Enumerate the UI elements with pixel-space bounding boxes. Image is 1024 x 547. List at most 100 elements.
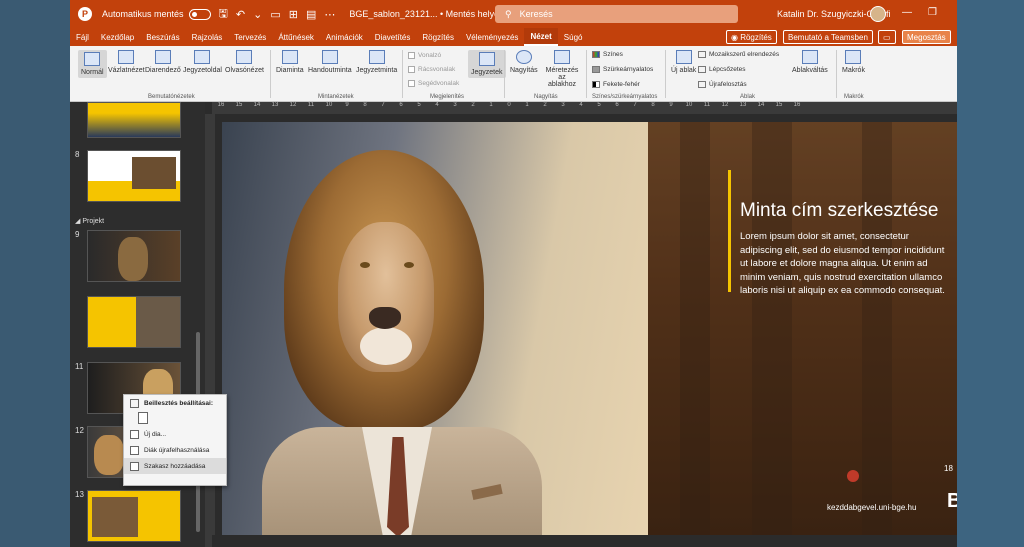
tab-insert[interactable]: Beszúrás <box>140 28 185 46</box>
arrange-icon <box>698 51 706 58</box>
slide-thumbnail-10[interactable] <box>87 296 181 348</box>
handout-master-button[interactable]: Handoutminta <box>308 50 352 74</box>
slide-thumbnail-9[interactable] <box>87 230 181 282</box>
move-split-option[interactable]: Újrafelosztás <box>698 81 747 88</box>
gridlines-checkbox[interactable]: Rácsvonalak <box>408 66 455 73</box>
undo-icon[interactable]: ↶ <box>236 8 245 21</box>
view-sorter-button[interactable]: Diarendező <box>145 50 181 74</box>
fit-window-icon <box>554 50 570 64</box>
views-group-label: Bemutatónézetek <box>148 94 195 100</box>
fit-to-window-button[interactable]: Méretezés az ablakhoz <box>544 50 580 88</box>
slide-title[interactable]: Minta cím szerkesztése <box>740 200 955 222</box>
ruler-tick: 3 <box>453 102 457 108</box>
notes-page-icon <box>194 50 211 64</box>
redo-icon[interactable]: ⌄ <box>253 8 262 21</box>
share-button[interactable]: Megosztás <box>902 30 951 44</box>
ruler-tick: 7 <box>633 102 637 108</box>
avatar[interactable] <box>870 6 886 22</box>
slide-thumbnail-13[interactable] <box>87 490 181 542</box>
ruler-tick: 10 <box>325 102 333 108</box>
ribbon: Normál Vázlatnézet Diarendező Jegyzetold… <box>70 46 957 102</box>
tab-draw[interactable]: Rajzolás <box>186 28 229 46</box>
macros-icon <box>845 50 862 64</box>
menu-item-new-slide[interactable]: Új dia... <box>124 426 226 442</box>
text-overlay <box>648 122 957 535</box>
arrange-all-option[interactable]: Mozaikszerű elrendezés <box>698 51 779 58</box>
tab-animations[interactable]: Animációk <box>320 28 369 46</box>
window-group-label: Ablak <box>740 94 756 100</box>
outline-view-icon <box>118 50 135 64</box>
notes-button[interactable]: Jegyzetek <box>468 50 506 78</box>
search-box[interactable]: ⚲ Keresés <box>495 5 738 23</box>
new-window-icon <box>675 50 692 64</box>
tab-home[interactable]: Kezdőlap <box>95 28 140 46</box>
ruler-tick: 11 <box>703 102 711 108</box>
lion-muzzle-image <box>360 327 412 365</box>
folder-icon[interactable]: ▤ <box>306 8 316 21</box>
record-button[interactable]: ◉ Rögzítés <box>726 30 777 44</box>
new-window-button[interactable]: Új ablak <box>671 50 696 74</box>
minimize-button[interactable]: — <box>902 7 912 18</box>
slide-master-button[interactable]: Diaminta <box>276 50 304 74</box>
slide-thumbnail-8[interactable] <box>87 150 181 202</box>
grayscale-option[interactable]: Szürkeárnyalatos <box>592 66 653 73</box>
menu-item-reuse-slides[interactable]: Diák újrafelhasználása <box>124 442 226 458</box>
desktop-background-right <box>957 0 1024 547</box>
ruler-tick: 8 <box>651 102 655 108</box>
ruler-tick: 2 <box>471 102 475 108</box>
view-outline-button[interactable]: Vázlatnézet <box>108 50 145 74</box>
layout-icon[interactable]: ⊞ <box>289 8 298 21</box>
tab-design[interactable]: Tervezés <box>228 28 272 46</box>
view-normal-button[interactable]: Normál <box>78 50 107 78</box>
reading-view-icon <box>236 50 253 64</box>
view-reading-button[interactable]: Olvasónézet <box>225 50 264 74</box>
more-icon[interactable]: ⋯ <box>324 8 335 21</box>
tab-slideshow[interactable]: Diavetítés <box>369 28 417 46</box>
ruler-tick: 3 <box>561 102 565 108</box>
tab-record[interactable]: Rögzítés <box>416 28 460 46</box>
ruler-tick: 16 <box>793 102 801 108</box>
tab-transitions[interactable]: Áttűnések <box>272 28 320 46</box>
color-swatch-icon <box>592 51 600 58</box>
present-icon[interactable]: ▭ <box>270 8 280 21</box>
ruler-checkbox[interactable]: Vonalzó <box>408 52 441 59</box>
notes-master-button[interactable]: Jegyzetminta <box>356 50 397 74</box>
cascade-option[interactable]: Lépcsőzetes <box>698 66 746 73</box>
save-icon[interactable]: 🖫 <box>219 5 228 24</box>
view-notes-page-button[interactable]: Jegyzetoldal <box>183 50 222 74</box>
slide-number: 9 <box>75 230 80 239</box>
search-icon: ⚲ <box>505 8 512 19</box>
switch-windows-button[interactable]: Ablakváltás <box>792 50 828 74</box>
tab-file[interactable]: Fájl <box>70 28 95 46</box>
ruler-tick: 5 <box>597 102 601 108</box>
tab-help[interactable]: Súgó <box>558 28 589 46</box>
tab-view[interactable]: Nézet <box>524 28 558 46</box>
macros-button[interactable]: Makrók <box>842 50 865 74</box>
grayscale-swatch-icon <box>592 66 600 73</box>
guides-checkbox[interactable]: Segédvonalak <box>408 80 459 87</box>
section-header-project[interactable]: ◢ Projekt <box>75 217 104 225</box>
black-white-option[interactable]: Fekete-fehér <box>592 81 640 88</box>
tab-review[interactable]: Véleményezés <box>460 28 524 46</box>
color-option[interactable]: Színes <box>592 51 623 58</box>
ruler-tick: 5 <box>417 102 421 108</box>
comments-button[interactable]: ▭ <box>878 30 896 44</box>
present-teams-button[interactable]: Bemutató a Teamsben <box>783 30 873 44</box>
ribbon-separator <box>836 50 837 98</box>
slide-canvas[interactable]: Minta cím szerkesztése Lorem ipsum dolor… <box>222 122 957 535</box>
menu-item-add-section[interactable]: Szakasz hozzáadása <box>124 458 226 474</box>
zoom-button[interactable]: Nagyítás <box>510 50 538 74</box>
slide-number: 13 <box>75 490 84 499</box>
ruler-tick: 12 <box>721 102 729 108</box>
paste-option-icon[interactable] <box>138 412 148 424</box>
ruler-tick: 4 <box>579 102 583 108</box>
slide-body-text[interactable]: Lorem ipsum dolor sit amet, consectetur … <box>740 230 952 298</box>
powerpoint-logo-icon: P <box>78 7 92 21</box>
autosave-toggle[interactable] <box>188 8 211 20</box>
bw-swatch-icon <box>592 81 600 88</box>
slide-thumbnail-7[interactable] <box>87 102 181 138</box>
ruler-tick: 14 <box>757 102 765 108</box>
ribbon-separator <box>586 50 587 98</box>
restore-button[interactable]: ❐ <box>928 7 937 18</box>
ruler-tick: 16 <box>217 102 225 108</box>
